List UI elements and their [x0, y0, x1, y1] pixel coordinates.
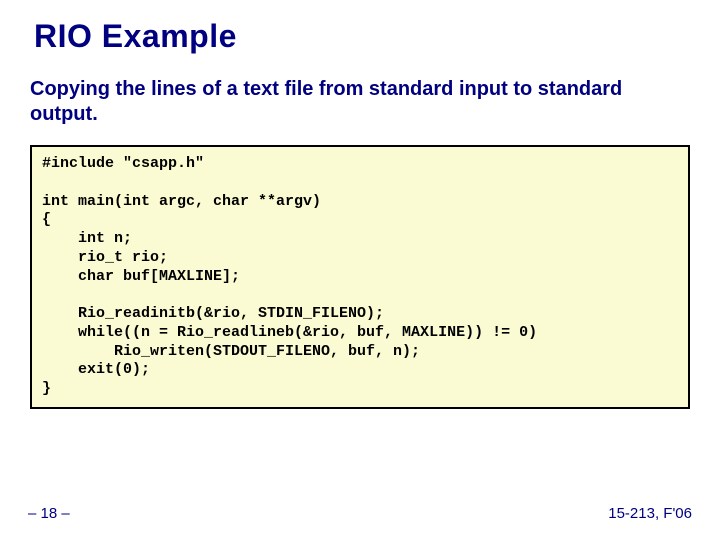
slide-subtitle: Copying the lines of a text file from st…	[28, 77, 692, 127]
code-content: #include "csapp.h" int main(int argc, ch…	[42, 155, 678, 399]
course-tag: 15-213, F'06	[608, 505, 692, 522]
slide-title: RIO Example	[34, 18, 692, 55]
page-number: – 18 –	[28, 505, 70, 522]
code-box: #include "csapp.h" int main(int argc, ch…	[30, 145, 690, 409]
slide: RIO Example Copying the lines of a text …	[0, 0, 720, 540]
